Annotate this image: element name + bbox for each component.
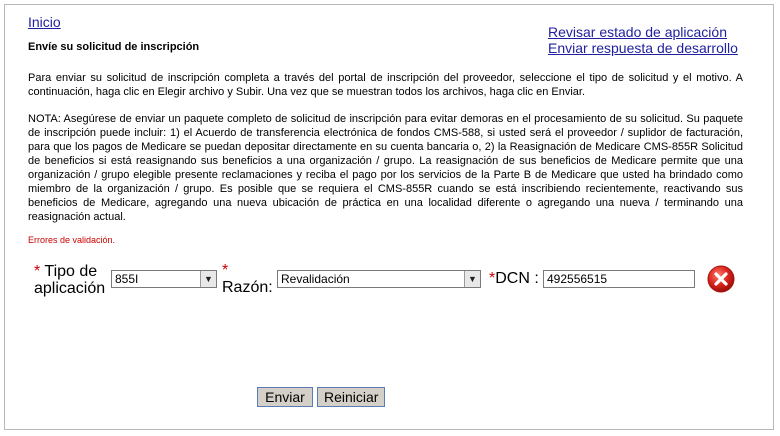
reason-label: * Razón: <box>222 262 273 296</box>
reset-button[interactable]: Reiniciar <box>317 387 385 407</box>
send-development-response-link[interactable]: Enviar respuesta de desarrollo <box>548 40 738 56</box>
dcn-label: *DCN : <box>489 270 539 287</box>
submit-button[interactable]: Enviar <box>257 387 313 407</box>
reason-label-text: Razón: <box>222 279 273 296</box>
validation-error-text: Errores de validación. <box>28 235 116 245</box>
required-mark: * <box>34 263 41 280</box>
clear-icon[interactable] <box>707 265 735 293</box>
reason-value: Revalidación <box>281 272 350 286</box>
application-type-label-line1: Tipo de <box>44 263 98 280</box>
required-mark: * <box>222 262 229 279</box>
top-right-links: Revisar estado de aplicación Enviar resp… <box>548 24 738 56</box>
instructions-text: Para enviar su solicitud de inscripción … <box>28 72 743 98</box>
dcn-label-text: DCN : <box>495 270 539 287</box>
chevron-down-icon[interactable]: ▼ <box>464 271 480 287</box>
application-type-label: * Tipo de aplicación <box>34 263 105 297</box>
home-link[interactable]: Inicio <box>28 14 61 30</box>
page-title: Envíe su solicitud de inscripción <box>28 41 200 53</box>
note-text: NOTA: Asegúrese de enviar un paquete com… <box>28 113 743 223</box>
check-status-link[interactable]: Revisar estado de aplicación <box>548 24 738 40</box>
application-type-value: 855I <box>115 272 139 286</box>
application-type-select[interactable]: 855I ▼ <box>111 270 217 288</box>
dcn-input[interactable] <box>543 270 695 288</box>
application-type-label-line2: aplicación <box>34 280 106 297</box>
chevron-down-icon[interactable]: ▼ <box>200 271 216 287</box>
reason-select[interactable]: Revalidación ▼ <box>277 270 481 288</box>
